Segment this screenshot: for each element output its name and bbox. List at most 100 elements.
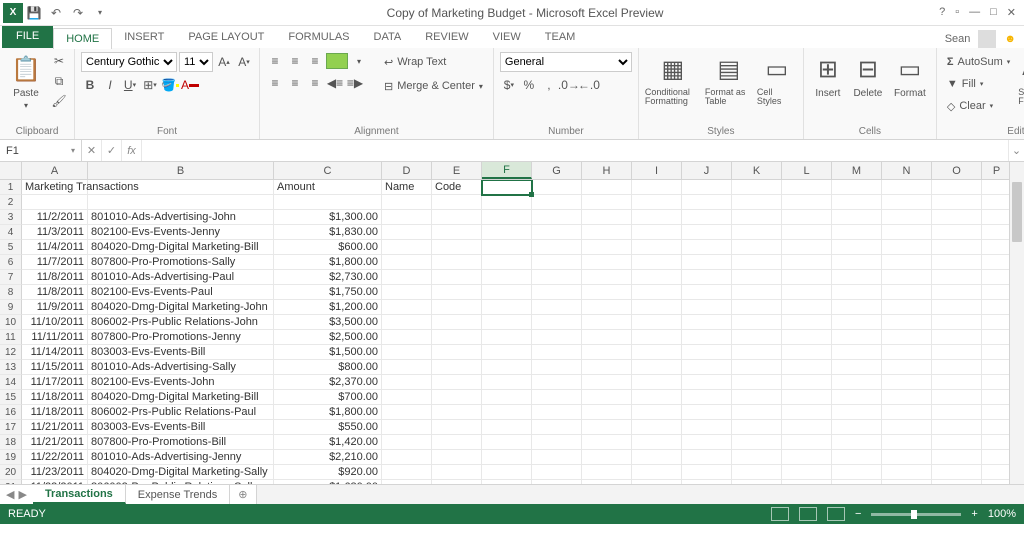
- scroll-thumb[interactable]: [1012, 182, 1022, 242]
- cell[interactable]: $3,500.00: [274, 315, 382, 330]
- cell[interactable]: [982, 480, 1012, 484]
- cell[interactable]: [782, 390, 832, 405]
- ribbon-tab-view[interactable]: VIEW: [481, 27, 533, 48]
- cell[interactable]: 11/18/2011: [22, 405, 88, 420]
- cell[interactable]: [882, 300, 932, 315]
- cell[interactable]: $550.00: [274, 420, 382, 435]
- cell[interactable]: [732, 480, 782, 484]
- row-header[interactable]: 16: [0, 405, 22, 420]
- align-right-icon[interactable]: ≡: [306, 74, 324, 92]
- cut-icon[interactable]: ✂: [50, 52, 68, 70]
- cell[interactable]: [382, 330, 432, 345]
- cell[interactable]: [782, 345, 832, 360]
- cell[interactable]: [732, 435, 782, 450]
- cell[interactable]: [582, 180, 632, 195]
- cell[interactable]: $1,800.00: [274, 405, 382, 420]
- cell[interactable]: [532, 360, 582, 375]
- cell[interactable]: [482, 375, 532, 390]
- cell[interactable]: [432, 360, 482, 375]
- cell[interactable]: [882, 240, 932, 255]
- bold-button[interactable]: B: [81, 76, 99, 94]
- cell[interactable]: [982, 270, 1012, 285]
- cell[interactable]: [432, 285, 482, 300]
- qat-customize-icon[interactable]: ▾: [89, 2, 111, 24]
- cell[interactable]: [582, 240, 632, 255]
- cell[interactable]: [832, 465, 882, 480]
- cell[interactable]: [782, 255, 832, 270]
- column-header-G[interactable]: G: [532, 162, 582, 179]
- cell[interactable]: [732, 210, 782, 225]
- cell[interactable]: [532, 240, 582, 255]
- cell[interactable]: [432, 240, 482, 255]
- row-header[interactable]: 15: [0, 390, 22, 405]
- format-painter-icon[interactable]: 🖌: [50, 92, 68, 110]
- cell[interactable]: [882, 345, 932, 360]
- cell[interactable]: [782, 315, 832, 330]
- column-header-C[interactable]: C: [274, 162, 382, 179]
- zoom-level[interactable]: 100%: [988, 508, 1016, 520]
- cell[interactable]: 11/14/2011: [22, 345, 88, 360]
- cell[interactable]: [482, 330, 532, 345]
- cell[interactable]: [782, 480, 832, 484]
- cell[interactable]: [832, 255, 882, 270]
- cell[interactable]: [432, 390, 482, 405]
- cell[interactable]: [782, 210, 832, 225]
- cell[interactable]: [882, 195, 932, 210]
- cancel-formula-icon[interactable]: ✕: [82, 140, 102, 161]
- paste-button[interactable]: 📋 Paste ▾: [6, 52, 46, 110]
- increase-indent-icon[interactable]: ≡▶: [346, 74, 364, 92]
- cell[interactable]: [832, 420, 882, 435]
- format-as-table-button[interactable]: ▤Format as Table: [705, 52, 753, 106]
- close-icon[interactable]: ✕: [1007, 6, 1016, 19]
- decrease-indent-icon[interactable]: ◀≡: [326, 74, 344, 92]
- cell[interactable]: [932, 345, 982, 360]
- cell[interactable]: [932, 390, 982, 405]
- row-header[interactable]: 7: [0, 270, 22, 285]
- cell[interactable]: [932, 225, 982, 240]
- cell[interactable]: [382, 450, 432, 465]
- cell[interactable]: [982, 375, 1012, 390]
- cell[interactable]: [432, 465, 482, 480]
- cell[interactable]: [832, 315, 882, 330]
- cell[interactable]: 807800-Pro-Promotions-Sally: [88, 255, 274, 270]
- cell[interactable]: [22, 195, 88, 210]
- row-header[interactable]: 18: [0, 435, 22, 450]
- cell[interactable]: [632, 360, 682, 375]
- cell[interactable]: [932, 255, 982, 270]
- border-button[interactable]: ⊞▾: [141, 76, 159, 94]
- cell[interactable]: Marketing Transactions: [22, 180, 88, 195]
- cell[interactable]: $1,800.00: [274, 255, 382, 270]
- cell[interactable]: [532, 465, 582, 480]
- cell[interactable]: [682, 285, 732, 300]
- cell[interactable]: [932, 330, 982, 345]
- row-header[interactable]: 6: [0, 255, 22, 270]
- cell[interactable]: [432, 300, 482, 315]
- cell[interactable]: [882, 405, 932, 420]
- cell[interactable]: [882, 435, 932, 450]
- row-header[interactable]: 10: [0, 315, 22, 330]
- cell[interactable]: [582, 405, 632, 420]
- cell[interactable]: [532, 195, 582, 210]
- cell[interactable]: [832, 270, 882, 285]
- save-icon[interactable]: 💾: [23, 2, 45, 24]
- row-header[interactable]: 14: [0, 375, 22, 390]
- cell[interactable]: [832, 240, 882, 255]
- align-bottom-icon[interactable]: ≡: [306, 52, 324, 70]
- column-header-K[interactable]: K: [732, 162, 782, 179]
- column-header-I[interactable]: I: [632, 162, 682, 179]
- cell[interactable]: [832, 330, 882, 345]
- cell[interactable]: [432, 270, 482, 285]
- cell[interactable]: [88, 180, 274, 195]
- cell[interactable]: [982, 210, 1012, 225]
- cell[interactable]: [432, 480, 482, 484]
- cell[interactable]: [382, 210, 432, 225]
- cell[interactable]: [432, 330, 482, 345]
- cell[interactable]: [382, 420, 432, 435]
- cell[interactable]: [682, 375, 732, 390]
- cell[interactable]: [932, 450, 982, 465]
- cell[interactable]: [482, 210, 532, 225]
- cell[interactable]: [882, 420, 932, 435]
- cell[interactable]: [882, 390, 932, 405]
- cell[interactable]: 803003-Evs-Events-Bill: [88, 345, 274, 360]
- cell[interactable]: [882, 330, 932, 345]
